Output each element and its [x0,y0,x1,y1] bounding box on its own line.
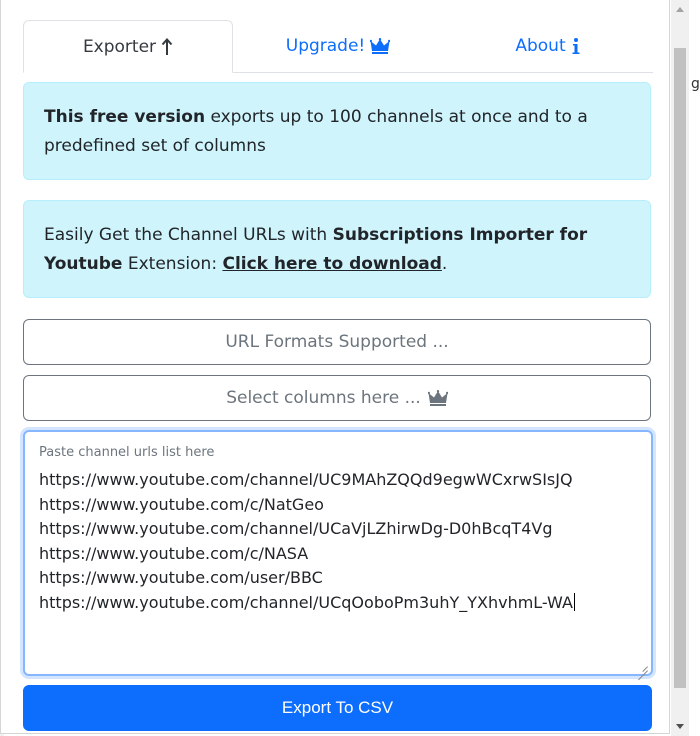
importer-text-3: . [441,254,448,274]
tab-about-label: About [515,36,566,56]
tab-upgrade[interactable]: Upgrade! [233,20,443,72]
url-line: https://www.youtube.com/c/NatGeo [39,494,324,514]
info-icon [572,38,580,54]
arrow-up-icon [161,37,173,55]
importer-text-2: Extension: [122,254,223,274]
url-formats-button[interactable]: URL Formats Supported ... [23,319,651,365]
tab-about[interactable]: About [443,20,653,72]
tab-upgrade-label: Upgrade! [285,36,366,56]
url-line-last: https://www.youtube.com/channel/UCqOoboP… [39,591,641,616]
select-columns-button[interactable]: Select columns here ... [23,375,651,421]
url-formats-label: URL Formats Supported ... [225,332,449,352]
scroll-down-arrow-icon[interactable] [671,718,689,736]
importer-alert: Easily Get the Channel URLs with Subscri… [23,200,651,298]
channel-urls-textarea[interactable]: Paste channel urls list here https://www… [23,430,653,676]
export-csv-label: Export To CSV [281,698,394,717]
free-version-alert: This free version exports up to 100 chan… [23,82,651,180]
crown-icon [427,390,448,406]
background-page-text: g [691,76,700,92]
select-columns-label: Select columns here ... [226,388,421,408]
tab-bar: Exporter Upgrade! About [23,20,653,73]
export-csv-button[interactable]: Export To CSV [23,685,652,731]
importer-text-1: Easily Get the Channel URLs with [44,225,333,245]
url-line: https://www.youtube.com/user/BBC [39,568,323,587]
url-line: https://www.youtube.com/channel/UC9MAhZQ… [39,470,573,489]
crown-icon [370,38,391,54]
vertical-scrollbar[interactable] [671,0,689,736]
tab-exporter[interactable]: Exporter [23,20,233,73]
url-line: https://www.youtube.com/channel/UCaVjLZh… [39,519,553,538]
url-line-text: https://www.youtube.com/channel/UCqOoboP… [39,592,573,612]
url-list: https://www.youtube.com/channel/UC9MAhZQ… [39,468,641,615]
resize-handle[interactable] [638,661,648,671]
scroll-thumb[interactable] [674,48,686,688]
extension-popup: Exporter Upgrade! About This free versio… [0,0,670,734]
scroll-up-arrow-icon[interactable] [671,0,689,18]
background-page-strip [690,0,700,736]
text-caret [573,592,575,611]
free-version-bold: This free version [44,107,206,127]
url-line: https://www.youtube.com/c/NASA [39,543,309,563]
tab-exporter-label: Exporter [82,36,157,57]
textarea-placeholder: Paste channel urls list here [39,445,215,460]
download-link[interactable]: Click here to download [222,254,441,274]
